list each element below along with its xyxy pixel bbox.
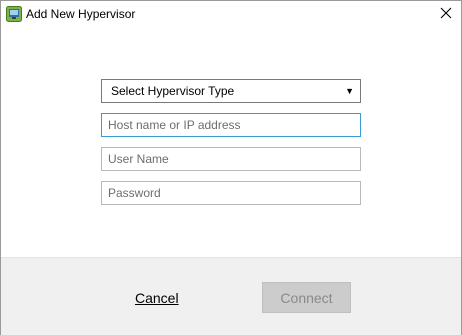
dialog-footer: Cancel Connect bbox=[1, 257, 461, 335]
cancel-link[interactable]: Cancel bbox=[135, 290, 179, 306]
title-bar: Add New Hypervisor bbox=[1, 1, 461, 28]
window-title: Add New Hypervisor bbox=[26, 7, 136, 21]
hypervisor-app-icon bbox=[6, 6, 22, 22]
password-input[interactable] bbox=[101, 181, 361, 205]
hypervisor-type-select[interactable]: Select Hypervisor Type ▼ bbox=[101, 79, 361, 103]
close-button[interactable] bbox=[431, 1, 461, 28]
connect-button[interactable]: Connect bbox=[262, 282, 351, 313]
dropdown-arrow-icon: ▼ bbox=[345, 86, 354, 96]
hypervisor-type-selected: Select Hypervisor Type bbox=[111, 84, 235, 98]
host-input[interactable] bbox=[101, 113, 361, 137]
username-input[interactable] bbox=[101, 147, 361, 171]
hypervisor-form: Select Hypervisor Type ▼ bbox=[101, 79, 361, 205]
close-icon bbox=[440, 6, 452, 24]
add-hypervisor-dialog: Add New Hypervisor Select Hypervisor Typ… bbox=[0, 0, 462, 335]
